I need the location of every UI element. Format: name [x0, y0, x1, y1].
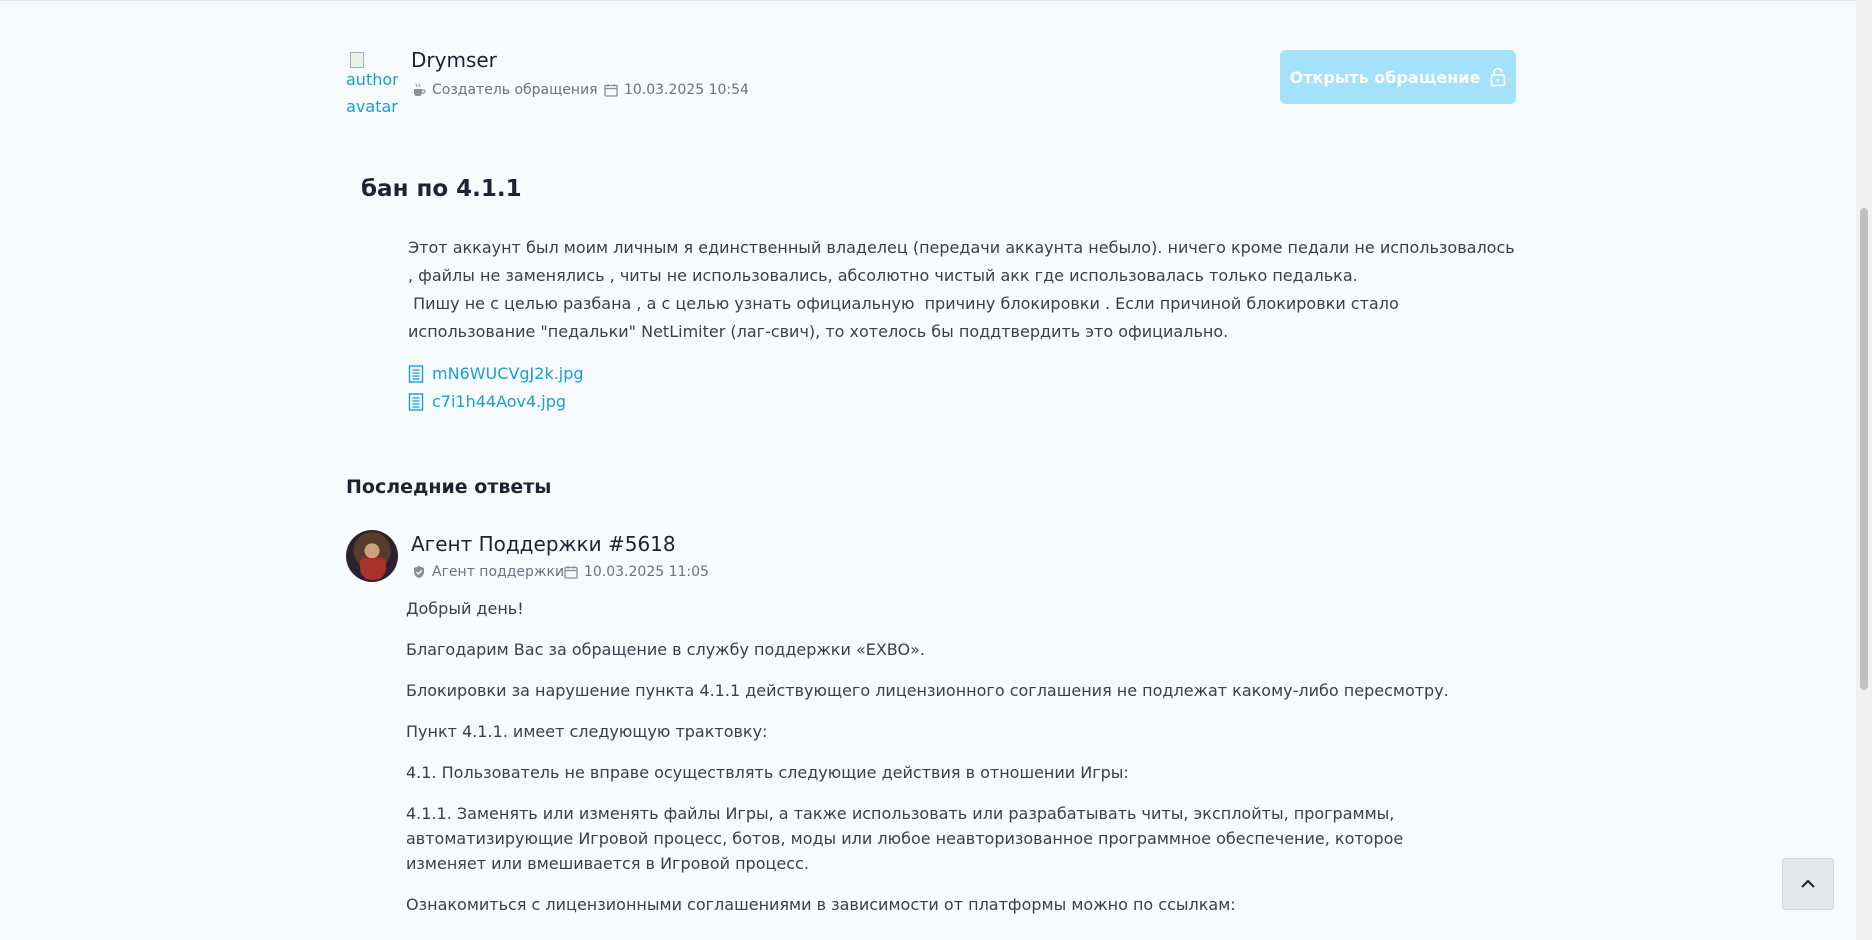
author-name: Drymser	[411, 48, 497, 72]
reply-paragraph: Добрый день!	[406, 599, 524, 618]
reply-paragraph: Блокировки за нарушение пункта 4.1.1 дей…	[406, 681, 1449, 700]
author-date-label: 10.03.2025 10:54	[624, 82, 749, 98]
author-avatar: author avatar	[346, 50, 398, 116]
scroll-to-top-button[interactable]	[1782, 858, 1834, 910]
author-role-label: Создатель обращения	[432, 82, 598, 98]
replies-section-title: Последние ответы	[346, 476, 552, 498]
agent-role-label: Агент поддержки	[432, 564, 565, 580]
author-date: 10.03.2025 10:54	[604, 82, 749, 98]
open-ticket-button[interactable]: Открыть обращение	[1280, 50, 1516, 104]
attachment-filename: c7i1h44Aov4.jpg	[432, 392, 567, 411]
scrollbar-thumb[interactable]	[1860, 208, 1868, 690]
ticket-body: Этот аккаунт был моим личным я единствен…	[408, 234, 1518, 346]
page-scrollbar[interactable]	[1856, 0, 1872, 940]
agent-name: Агент Поддержки #5618	[411, 532, 676, 556]
ticket-body-paragraph: Этот аккаунт был моим личным я единствен…	[408, 238, 1520, 285]
calendar-icon	[564, 566, 578, 579]
author-role: Создатель обращения	[412, 82, 598, 98]
attachment-link[interactable]: c7i1h44Aov4.jpg	[408, 392, 566, 411]
ticket-body-paragraph: Пишу не с целью разбана , а с целью узна…	[408, 294, 1404, 341]
coffee-cup-icon	[414, 83, 426, 96]
lock-icon	[1491, 67, 1506, 87]
document-icon	[408, 392, 424, 411]
author-avatar-alt: author avatar	[346, 70, 398, 116]
reply-paragraph: 4.1. Пользователь не вправе осуществлять…	[406, 763, 1129, 782]
reply-paragraph: Благодарим Вас за обращение в службу под…	[406, 640, 925, 659]
agent-role: Агент поддержки	[412, 564, 564, 580]
reply-paragraph: Пункт 4.1.1. имеет следующую трактовку:	[406, 722, 768, 741]
shield-icon	[414, 566, 424, 578]
attachment-link[interactable]: mN6WUCVgJ2k.jpg	[408, 364, 584, 383]
attachment-filename: mN6WUCVgJ2k.jpg	[432, 364, 584, 383]
ticket-container: author avatar Drymser Создатель обращени…	[346, 0, 1516, 940]
document-icon	[408, 364, 424, 383]
open-ticket-button-label: Открыть обращение	[1289, 67, 1481, 87]
agent-date: 10.03.2025 11:05	[564, 564, 709, 580]
reply-paragraph: 4.1.1. Заменять или изменять файлы Игры,…	[406, 804, 1404, 873]
reply-paragraph: Ознакомиться с лицензионными соглашениям…	[406, 895, 1236, 914]
chevron-up-icon	[1801, 879, 1815, 888]
reply-body: Добрый день! Благодарим Вас за обращение…	[406, 596, 1516, 933]
agent-avatar	[346, 530, 398, 582]
calendar-icon	[604, 84, 618, 97]
agent-date-label: 10.03.2025 11:05	[584, 564, 709, 580]
ticket-title: бан по 4.1.1	[361, 176, 522, 202]
